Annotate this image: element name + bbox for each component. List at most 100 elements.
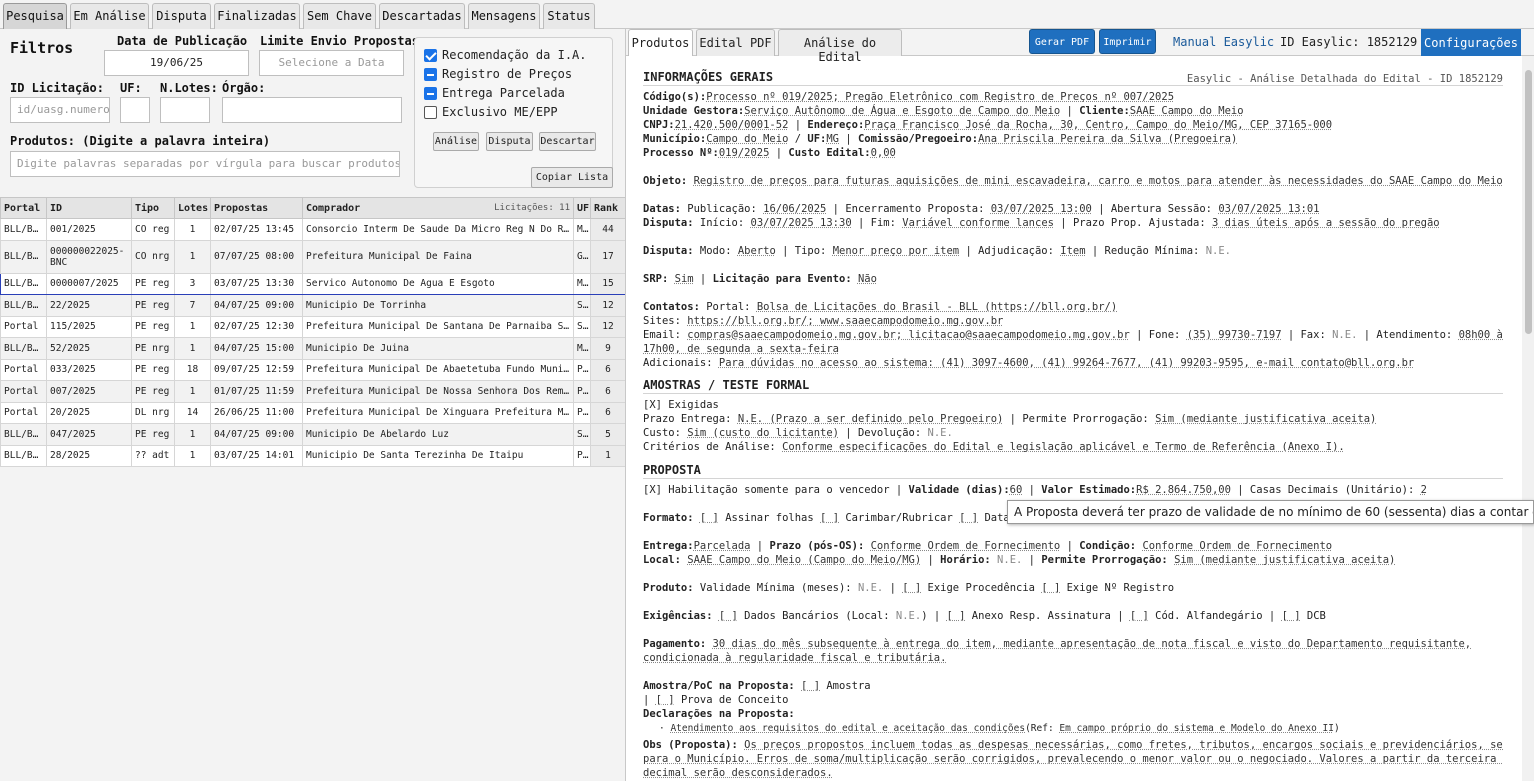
cell-lotes: 1 <box>174 444 211 467</box>
id-input[interactable]: id/uasg.numero <box>10 97 110 123</box>
doc-line: [X] Habilitação somente para o vencedor … <box>643 484 1427 496</box>
table-row[interactable]: BLL/BNC 0000007/2025 PE reg 3 03/07/25 13:30… <box>0 272 626 295</box>
table-row[interactable]: Portal 115/2025 PE reg 1 02/07/25 12:30 Prefe… <box>0 315 626 338</box>
tab-produtos[interactable]: Produtos <box>628 29 693 56</box>
cell-tipo: PE reg <box>131 315 175 338</box>
orgao-input[interactable] <box>222 97 402 123</box>
table-header: Portal ID Tipo Lotes Propostas Comprador… <box>0 197 626 219</box>
checkbox-empty-icon[interactable] <box>424 106 437 119</box>
checkbox-checked-icon[interactable] <box>424 49 437 62</box>
cell-uf: PI <box>573 380 591 403</box>
tab-edital-pdf[interactable]: Edital PDF <box>696 29 775 56</box>
detail-tab-bar: Produtos Edital PDF Análise do Edital Ge… <box>626 29 1534 64</box>
col-tipo[interactable]: Tipo <box>131 197 175 219</box>
cell-propostas: 01/07/25 11:59 <box>210 380 303 403</box>
table-row[interactable]: BLL/BNC 52/2025 PE nrg 1 04/07/25 15:00 Munic… <box>0 337 626 360</box>
cell-comprador: Municipio De Santa Terezinha De Itaipu <box>302 444 574 467</box>
pub-date-input[interactable]: 19/06/25 <box>104 50 249 76</box>
cell-propostas: 26/06/25 11:00 <box>210 401 303 424</box>
doc-line: Pagamento: 30 dias do mês subsequente à … <box>643 638 1472 650</box>
table-row[interactable]: BLL/BNC 28/2025?? adt 1 03/07/25 14:01 Munic… <box>0 444 626 467</box>
cell-propostas: 07/07/25 08:00 <box>210 239 303 274</box>
tab-descartadas[interactable]: Descartadas <box>379 3 465 29</box>
doc-line: Prazo Entrega: N.E. (Prazo a ser definid… <box>643 413 1377 425</box>
cell-comprador: Prefeitura Municipal De Nossa Senhora Do… <box>302 380 574 403</box>
tab-sem-chave[interactable]: Sem Chave <box>303 3 376 29</box>
cell-comprador: Prefeitura Municipal De Santana De Parna… <box>302 315 574 338</box>
doc-line: CNPJ:21.420.500/0001-52 | Endereço:Praça… <box>643 119 1333 131</box>
disputa-button[interactable]: Disputa <box>486 132 533 151</box>
id-label: ID Licitação: <box>10 81 104 95</box>
doc-line: Disputa: Modo: Aberto | Tipo: Menor preç… <box>643 245 1231 257</box>
doc-line: para o Município. Erros de soma/multipli… <box>643 753 1503 765</box>
config-button[interactable]: Configurações <box>1421 29 1521 56</box>
cell-id: 033/2025 <box>46 358 132 381</box>
cell-lotes: 14 <box>174 401 211 424</box>
table-row[interactable]: BLL/BNC 22/2025 PE reg 7 04/07/25 09:00 Munic… <box>0 294 626 317</box>
cell-propostas: 04/07/25 09:00 <box>210 423 303 446</box>
cell-uf: SC <box>573 423 591 446</box>
tab-status[interactable]: Status <box>543 3 595 29</box>
cell-rank: 17 <box>590 239 626 274</box>
cell-lotes: 18 <box>174 358 211 381</box>
col-id[interactable]: ID <box>46 197 132 219</box>
checkbox-indeterminate-icon[interactable] <box>424 68 437 81</box>
table-row[interactable]: Portal 007/2025 PE reg 1 01/07/25 11:59 Prefe… <box>0 380 626 403</box>
cell-rank: 5 <box>590 423 626 446</box>
table-row[interactable]: Portal 033/2025 PE reg 18 09/07/25 12:59 Pref… <box>0 358 626 381</box>
cell-rank: 9 <box>590 337 626 360</box>
tab-disputa[interactable]: Disputa <box>152 3 211 29</box>
top-tab-bar: Pesquisa Em Análise Disputa Finalizadas … <box>0 0 1534 29</box>
col-uf[interactable]: UF <box>573 197 591 219</box>
doc-line: 17h00, de segunda a sexta-feira <box>643 343 839 355</box>
checkbox-indeterminate-icon[interactable] <box>424 87 437 100</box>
cell-rank: 6 <box>590 358 626 381</box>
uf-input[interactable] <box>120 97 150 123</box>
col-propostas[interactable]: Propostas <box>210 197 303 219</box>
scrollbar[interactable] <box>1522 56 1534 781</box>
lotes-input[interactable] <box>160 97 210 123</box>
table-row[interactable]: BLL/BNC 047/2025 PE reg 1 04/07/25 09:00 Muni… <box>0 423 626 446</box>
id-easylic: ID Easylic: 1852129 <box>1280 35 1418 49</box>
descartar-button[interactable]: Descartar <box>539 132 596 151</box>
section-amostras: AMOSTRAS / TESTE FORMAL <box>643 378 1503 394</box>
limit-date-label: Limite Envio Propostas <box>260 34 419 48</box>
copy-list-button[interactable]: Copiar Lista <box>531 167 613 188</box>
tab-finalizadas[interactable]: Finalizadas <box>214 3 300 29</box>
tab-mensagens[interactable]: Mensagens <box>468 3 540 29</box>
cell-comprador: Prefeitura Municipal De Xinguara Prefeit… <box>302 401 574 424</box>
cell-uf: MG <box>573 218 591 241</box>
table-row[interactable]: BLL/BNC 001/2025 CO reg 1 02/07/25 13:45 Cons… <box>0 218 626 241</box>
tab-em-analise[interactable]: Em Análise <box>70 3 149 29</box>
cell-rank: 6 <box>590 380 626 403</box>
cell-lotes: 1 <box>174 239 211 274</box>
col-portal[interactable]: Portal <box>0 197 47 219</box>
tab-pesquisa[interactable]: Pesquisa <box>3 3 67 29</box>
imprimir-button[interactable]: Imprimir <box>1099 29 1156 54</box>
col-rank[interactable]: Rank <box>590 197 626 219</box>
doc-line: Unidade Gestora:Serviço Autônomo de Água… <box>643 105 1244 117</box>
table-row[interactable]: BLL/BNC 000000022025-BNC CO nrg 1 07/07/25 0… <box>0 239 626 274</box>
cell-tipo: DL nrg <box>131 401 175 424</box>
gerar-pdf-button[interactable]: Gerar PDF <box>1029 29 1095 54</box>
limit-date-input[interactable]: Selecione a Data <box>259 50 404 76</box>
manual-link[interactable]: Manual Easylic <box>1173 35 1274 49</box>
doc-line: Processo Nº:019/2025 | Custo Edital:0,00 <box>643 147 896 159</box>
options-box: Recomendação da I.A. Registro de Preços … <box>414 37 613 188</box>
analise-button[interactable]: Análise <box>433 132 479 151</box>
tab-analise-edital[interactable]: Análise do Edital <box>778 29 902 64</box>
cell-rank: 1 <box>590 444 626 467</box>
products-input[interactable]: Digite palavras separadas por vírgula pa… <box>10 151 400 177</box>
doc-line: · Atendimento aos requisitos do edital e… <box>659 723 1340 734</box>
col-comprador[interactable]: Comprador Licitações: 11 <box>302 197 574 219</box>
cell-portal: BLL/BNC <box>0 423 47 446</box>
cell-id: 0000007/2025 <box>46 272 132 295</box>
col-lotes[interactable]: Lotes <box>174 197 211 219</box>
doc-line: Obs (Proposta): Os preços propostos incl… <box>643 739 1503 751</box>
scrollbar-thumb[interactable] <box>1525 70 1532 334</box>
cell-uf: PA <box>573 401 591 424</box>
cell-uf: SP <box>573 315 591 338</box>
table-row[interactable]: Portal 20/2025 DL nrg 14 26/06/25 11:00 Prefe… <box>0 401 626 424</box>
doc-line: Contatos: Portal: Bolsa de Licitações do… <box>643 301 1118 313</box>
cell-rank: 12 <box>590 315 626 338</box>
